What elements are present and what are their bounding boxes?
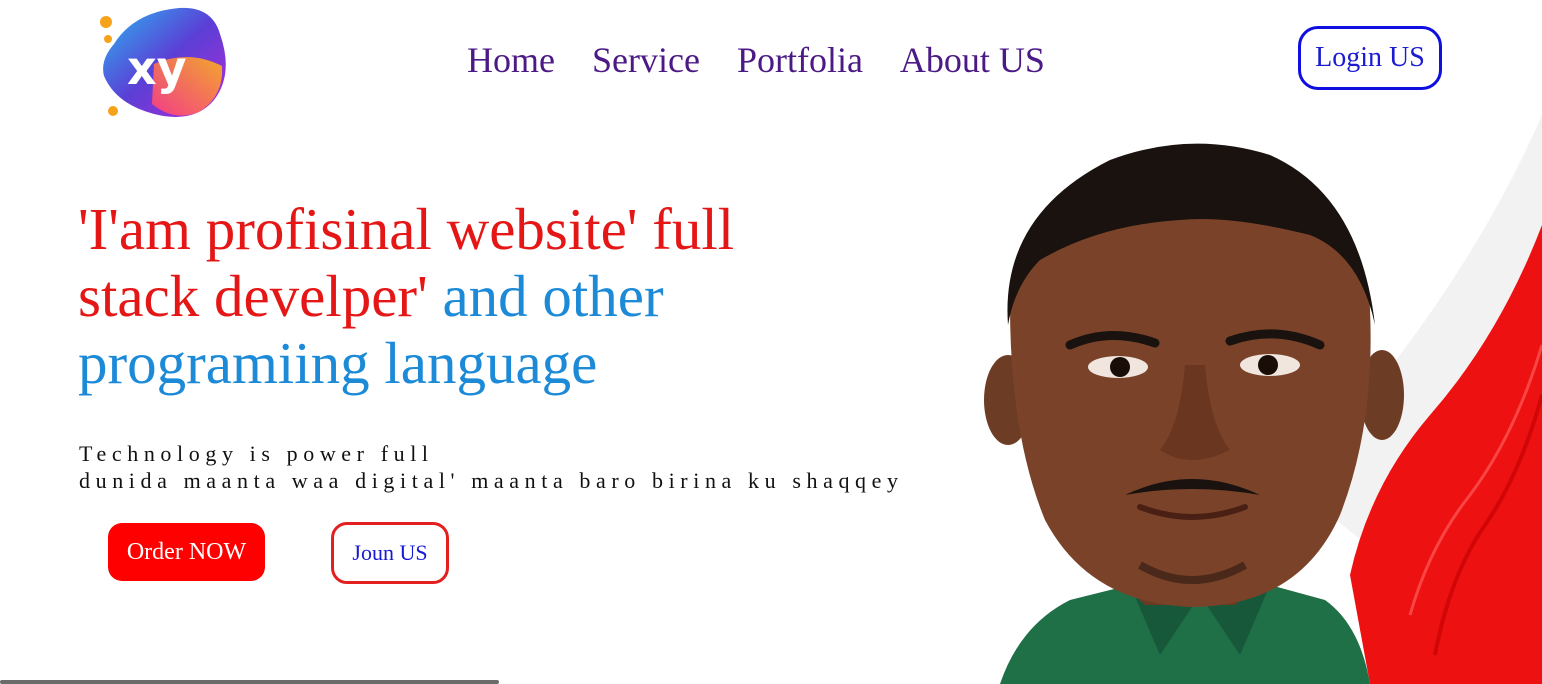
- main-nav: Home Service Portfolia About US: [467, 38, 1082, 82]
- order-now-button[interactable]: Order NOW: [108, 523, 265, 581]
- headline-blue-line3: programiing language: [78, 330, 598, 396]
- tagline-line2: dunida maanta waa digital' maanta baro b…: [79, 468, 904, 493]
- horizontal-scrollbar[interactable]: [0, 680, 499, 684]
- nav-home[interactable]: Home: [467, 38, 555, 82]
- headline-blue-line2: and other: [427, 263, 664, 329]
- hero-image: [930, 95, 1542, 684]
- tagline-line1: Technology is power full: [79, 441, 434, 466]
- hero-headline: 'I'am profisinal website' full stack dev…: [78, 196, 778, 397]
- nav-about-us[interactable]: About US: [900, 38, 1045, 82]
- nav-portfolia[interactable]: Portfolia: [737, 38, 863, 82]
- portrait-photo: [984, 143, 1404, 684]
- brand-logo[interactable]: xy: [94, 4, 234, 122]
- join-us-button[interactable]: Joun US: [331, 522, 449, 584]
- xy-logo-icon: xy: [100, 7, 226, 117]
- headline-red-line2: stack develper': [78, 263, 428, 329]
- login-button[interactable]: Login US: [1298, 26, 1442, 90]
- headline-red-line1: 'I'am profisinal website' full: [78, 196, 735, 262]
- logo-text: xy: [127, 41, 187, 95]
- nav-service[interactable]: Service: [592, 38, 700, 82]
- hero-tagline: Technology is power full dunida maanta w…: [79, 440, 904, 494]
